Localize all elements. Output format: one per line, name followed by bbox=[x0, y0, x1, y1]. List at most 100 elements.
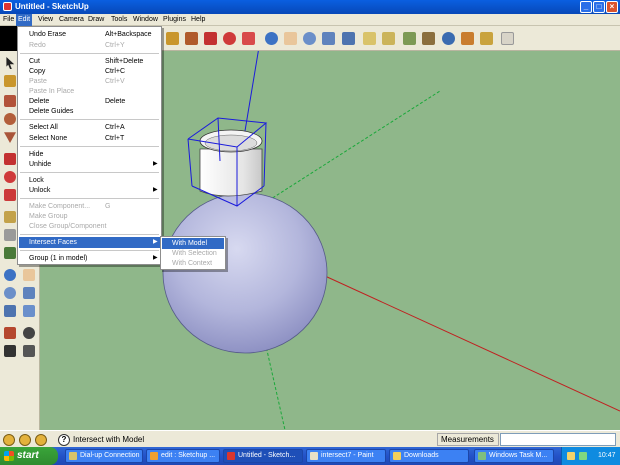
task-label: Untitled - Sketch... bbox=[238, 452, 296, 459]
menu-edit[interactable]: Edit bbox=[16, 14, 33, 26]
menu-draw[interactable]: Draw bbox=[86, 14, 106, 26]
zoom-window-tool-icon[interactable] bbox=[320, 30, 337, 47]
menu-item-delete-guides[interactable]: Delete Guides bbox=[19, 106, 160, 117]
orbit-tool-icon[interactable] bbox=[263, 30, 280, 47]
menu-item-undo-erase[interactable]: Undo Erase Alt+Backspace bbox=[19, 29, 160, 40]
menu-item-intersect-faces[interactable]: Intersect Faces ▶ bbox=[19, 237, 160, 248]
task-downloads[interactable]: Downloads bbox=[389, 449, 469, 463]
menu-item-unlock[interactable]: Unlock ▶ bbox=[19, 185, 160, 196]
scale-tool-icon[interactable] bbox=[2, 187, 18, 203]
walk-tool-icon[interactable] bbox=[2, 343, 18, 359]
zoom-left-icon[interactable] bbox=[2, 285, 18, 301]
menu-tools[interactable]: Tools bbox=[109, 14, 129, 26]
circle-tool-icon[interactable] bbox=[2, 111, 18, 127]
help-icon[interactable]: ? bbox=[58, 434, 70, 446]
main-toolbar bbox=[160, 26, 620, 51]
move-tool-left-icon[interactable] bbox=[2, 151, 18, 167]
select-tool-icon[interactable] bbox=[2, 55, 18, 71]
polygon-tool-icon[interactable] bbox=[2, 129, 18, 145]
protractor-icon[interactable] bbox=[2, 227, 18, 243]
credits-icon[interactable] bbox=[19, 434, 31, 446]
menu-item-unhide[interactable]: Unhide ▶ bbox=[19, 159, 160, 170]
previous-view-icon[interactable] bbox=[361, 30, 378, 47]
pan-left-icon[interactable] bbox=[21, 267, 37, 283]
tape-measure-icon[interactable] bbox=[2, 209, 18, 225]
previous-left-icon[interactable] bbox=[21, 303, 37, 319]
measurements-input[interactable] bbox=[500, 433, 616, 446]
network-tray-icon[interactable] bbox=[579, 452, 587, 460]
close-button[interactable]: × bbox=[606, 1, 618, 13]
zoom-extents-tool-icon[interactable] bbox=[340, 30, 357, 47]
task-label: edit : Sketchup ... bbox=[161, 452, 216, 459]
layout-send-icon[interactable] bbox=[499, 30, 516, 47]
submenu-item-with-context[interactable]: With Context bbox=[162, 258, 224, 269]
status-bar: ? Intersect with Model Measurements bbox=[0, 430, 620, 447]
zoom-window-left-icon[interactable] bbox=[21, 285, 37, 301]
menu-separator bbox=[20, 198, 159, 199]
task-sketchup[interactable]: Untitled - Sketch... bbox=[223, 449, 303, 463]
menu-bar: File Edit View Camera Draw Tools Window … bbox=[0, 14, 620, 26]
user-icon[interactable] bbox=[35, 434, 47, 446]
paint-tool-icon[interactable] bbox=[2, 73, 18, 89]
menu-help[interactable]: Help bbox=[189, 14, 207, 26]
geo-location-icon[interactable] bbox=[3, 434, 15, 446]
menu-item-close-group[interactable]: Close Group/Component bbox=[19, 221, 160, 232]
look-around-icon[interactable] bbox=[21, 325, 37, 341]
task-paint[interactable]: intersect7 - Paint bbox=[306, 449, 386, 463]
menu-plugins[interactable]: Plugins bbox=[161, 14, 188, 26]
menu-item-select-all[interactable]: Select All Ctrl+A bbox=[19, 122, 160, 133]
menu-window[interactable]: Window bbox=[131, 14, 160, 26]
zoom-tool-icon[interactable] bbox=[301, 30, 318, 47]
next-view-icon[interactable] bbox=[380, 30, 397, 47]
status-text: Intersect with Model bbox=[73, 435, 145, 444]
menu-separator bbox=[20, 146, 159, 147]
task-label: Windows Task M... bbox=[489, 452, 548, 459]
task-label: Dial-up Connection bbox=[80, 452, 140, 459]
orbit-left-icon[interactable] bbox=[2, 267, 18, 283]
menu-view[interactable]: View bbox=[36, 14, 55, 26]
maximize-button[interactable]: □ bbox=[593, 1, 605, 13]
start-label: start bbox=[17, 450, 39, 461]
task-browser[interactable]: edit : Sketchup ... bbox=[146, 449, 220, 463]
windows-taskbar: start Dial-up Connection edit : Sketchup… bbox=[0, 447, 620, 465]
task-dialup[interactable]: Dial-up Connection bbox=[65, 449, 143, 463]
sphere-geometry[interactable] bbox=[162, 192, 328, 354]
menu-item-group[interactable]: Group (1 in model) ▶ bbox=[19, 253, 160, 264]
paint-bucket-tool-icon[interactable] bbox=[164, 30, 181, 47]
section-plane-icon[interactable] bbox=[21, 343, 37, 359]
google-earth-icon[interactable] bbox=[440, 30, 457, 47]
get-models-icon[interactable] bbox=[478, 30, 495, 47]
zoom-extents-left-icon[interactable] bbox=[2, 303, 18, 319]
minimize-button[interactable]: _ bbox=[580, 1, 592, 13]
sketchup-app-icon bbox=[3, 2, 12, 11]
axes-tool-icon[interactable] bbox=[2, 245, 18, 261]
rotate-left-icon[interactable] bbox=[2, 169, 18, 185]
move-tool-icon[interactable] bbox=[202, 30, 219, 47]
follow-me-tool-icon[interactable] bbox=[240, 30, 257, 47]
volume-icon[interactable] bbox=[567, 452, 575, 460]
menu-file[interactable]: File bbox=[1, 14, 16, 26]
menu-camera[interactable]: Camera bbox=[57, 14, 86, 26]
task-task-manager[interactable]: Windows Task M... bbox=[474, 449, 554, 463]
menu-item-redo[interactable]: Redo Ctrl+Y bbox=[19, 40, 160, 51]
cylinder-geometry[interactable] bbox=[199, 148, 263, 197]
position-camera-icon[interactable] bbox=[2, 325, 18, 341]
menu-separator bbox=[20, 234, 159, 235]
rotate-tool-icon[interactable] bbox=[221, 30, 238, 47]
start-button[interactable]: start bbox=[0, 447, 58, 465]
components-icon[interactable] bbox=[420, 30, 437, 47]
task-label: Downloads bbox=[404, 452, 439, 459]
share-model-icon[interactable] bbox=[459, 30, 476, 47]
intersect-submenu: With Model With Selection With Context bbox=[160, 236, 226, 270]
warehouse-icon[interactable] bbox=[401, 30, 418, 47]
selection-edge-3 bbox=[263, 122, 267, 187]
submenu-arrow-icon: ▶ bbox=[153, 239, 158, 245]
window-titlebar[interactable]: Untitled - SketchUp _ □ × bbox=[0, 0, 620, 14]
sketchup-icon bbox=[227, 452, 235, 460]
push-pull-tool-icon[interactable] bbox=[183, 30, 200, 47]
pan-tool-icon[interactable] bbox=[282, 30, 299, 47]
menu-item-select-none[interactable]: Select None Ctrl+T bbox=[19, 133, 160, 144]
rectangle-tool-icon[interactable] bbox=[2, 93, 18, 109]
submenu-arrow-icon: ▶ bbox=[153, 187, 158, 193]
system-tray: 10:47 bbox=[561, 447, 620, 465]
